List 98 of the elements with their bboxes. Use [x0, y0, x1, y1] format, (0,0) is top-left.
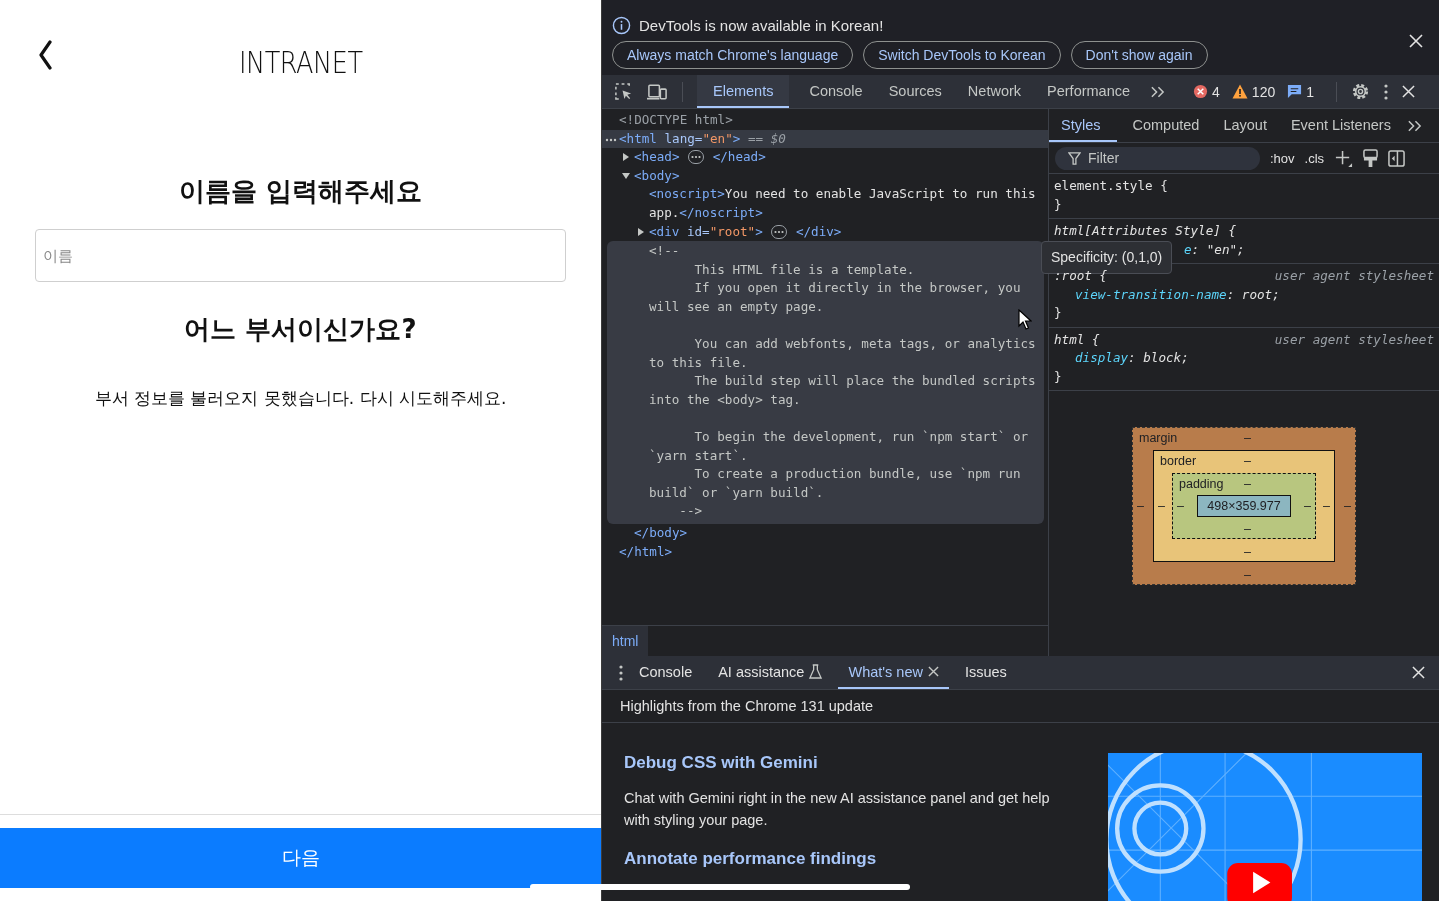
margin-value: – — [1244, 431, 1251, 445]
message-count[interactable]: 1 — [1306, 83, 1314, 100]
box-label: padding — [1179, 477, 1224, 491]
settings-icon[interactable] — [1351, 82, 1370, 101]
inspect-element-icon[interactable] — [614, 82, 633, 101]
close-icon[interactable] — [1402, 85, 1415, 98]
padding-value: – — [1244, 522, 1251, 536]
css-selector: element.style { — [1054, 177, 1168, 195]
margin-value: – — [1137, 499, 1144, 513]
toggle-button[interactable]: .cls — [1304, 150, 1325, 166]
code-comment[interactable]: <!-- This HTML file is a template. If you open it directly in the browser, you will see an empty page. You can add webfonts, meta tags, or analytics to this file. The build step will place the bundled scripts into the <body> tag. To begin the development, run `npm start` or `yarn start`. To create a production bundle, use `npm run build` or `yarn build`. --> — [607, 241, 1044, 525]
toggle-button[interactable]: :hov — [1270, 150, 1295, 166]
drawer-tab[interactable]: Issues — [964, 663, 1007, 680]
sidebar-tab[interactable]: Layout — [1215, 109, 1275, 142]
notification-message: DevTools is now available in Korean! — [639, 17, 884, 34]
warning-count[interactable]: 120 — [1251, 83, 1276, 100]
add-icon[interactable] — [1334, 148, 1354, 168]
closing-brace: } — [1054, 367, 1063, 386]
section-heading: 어느 부서이신가요? — [184, 313, 417, 346]
css-selector: html { — [1054, 330, 1100, 349]
drawer-tab[interactable]: AI assistance — [718, 663, 805, 680]
expand-triangle-icon[interactable] — [637, 227, 645, 236]
close-icon[interactable] — [927, 666, 939, 677]
border-box[interactable]: border – – – – padding – – – – 498×359.977 — [1153, 450, 1335, 562]
border-value: – — [1244, 454, 1251, 468]
code-text[interactable]: <head> — [634, 149, 680, 165]
content-size[interactable]: 498×359.977 — [1197, 495, 1291, 517]
ellipsis-icon[interactable] — [771, 224, 788, 239]
next-button[interactable]: 다음 — [0, 828, 601, 888]
css-declaration[interactable]: display: block; — [1054, 349, 1434, 368]
flask-icon — [809, 664, 823, 679]
margin-value: – — [1344, 499, 1351, 513]
sidebar-tab[interactable]: Event Listeners — [1282, 109, 1399, 142]
filter-icon — [1068, 151, 1081, 165]
sidebar-tab[interactable]: Computed — [1124, 109, 1208, 142]
filter-field[interactable]: Filter — [1055, 146, 1260, 170]
box-label: margin — [1139, 431, 1178, 445]
info-icon — [612, 16, 631, 35]
panel-tab[interactable]: Network — [961, 75, 1028, 108]
close-icon[interactable] — [1412, 666, 1425, 679]
border-value: – — [1323, 499, 1330, 513]
app-title: INTRANET — [238, 44, 363, 80]
more-tabs-icon[interactable] — [1150, 85, 1166, 98]
padding-box[interactable]: padding – – – – 498×359.977 — [1172, 473, 1316, 539]
expand-triangle-icon[interactable] — [622, 153, 630, 162]
code-text[interactable]: </div> — [795, 223, 842, 239]
mouse-pointer-icon — [1018, 309, 1032, 331]
ellipsis-icon[interactable] — [688, 150, 705, 165]
code-text[interactable]: </head> — [712, 149, 766, 165]
drawer-tab[interactable]: Console — [639, 663, 693, 680]
panel-tab[interactable]: Elements — [697, 75, 790, 108]
margin-value: – — [1244, 568, 1251, 582]
article-text: Chat with Gemini right in the new AI assistance panel and get help with styling your page. — [624, 789, 1051, 830]
padding-value: – — [1304, 499, 1311, 513]
close-icon[interactable] — [1409, 34, 1423, 48]
article-link[interactable]: Annotate performance findings — [624, 849, 1064, 869]
sidebar-tab[interactable]: Styles — [1049, 109, 1117, 142]
more-dots-icon[interactable] — [605, 137, 617, 142]
drawer-tab[interactable]: What's new — [848, 663, 923, 680]
name-input-field[interactable]: 이름 — [35, 229, 566, 282]
panel-tab[interactable]: Console — [803, 75, 869, 108]
collapse-triangle-icon[interactable] — [622, 171, 630, 180]
code-text[interactable]: <!DOCTYPE html> — [619, 111, 1048, 130]
more-options-icon[interactable] — [619, 664, 623, 681]
error-icon[interactable] — [1193, 84, 1209, 99]
box-label: border — [1160, 454, 1197, 468]
more-tabs-icon[interactable] — [1406, 119, 1422, 132]
breadcrumb-item[interactable]: html — [602, 626, 649, 656]
css-declaration[interactable]: view-transition-name: root; — [1054, 285, 1434, 304]
error-count[interactable]: 4 — [1212, 83, 1220, 100]
panel-tab[interactable]: Sources — [882, 75, 948, 108]
message-icon[interactable] — [1287, 84, 1303, 99]
panel-header: Highlights from the Chrome 131 update — [602, 690, 1439, 723]
border-value: – — [1244, 545, 1251, 559]
paint-brush-icon[interactable] — [1363, 148, 1379, 168]
panel-tab[interactable]: Performance — [1041, 75, 1137, 108]
code-text[interactable]: <body> — [634, 166, 1048, 186]
stylesheet-source[interactable]: user agent stylesheet — [1274, 267, 1434, 286]
css-selector: html[Attributes Style] { — [1054, 222, 1236, 240]
code-text[interactable]: </html> — [619, 543, 673, 559]
code-text[interactable]: <div id="root"> — [649, 223, 763, 239]
more-options-icon[interactable] — [1384, 83, 1388, 100]
padding-value: – — [1177, 499, 1184, 513]
border-value: – — [1158, 499, 1165, 513]
back-chevron-icon[interactable] — [38, 40, 52, 70]
code-text[interactable]: <noscript>You need to enable JavaScript to run this app.</noscript> — [649, 185, 1048, 223]
margin-box[interactable]: margin – – – – border – – – – padding – – – – 498×359.977 — [1132, 427, 1356, 585]
stylesheet-source[interactable]: user agent stylesheet — [1274, 330, 1434, 349]
error-message: 부서 정보를 불러오지 못했습니다. 다시 시도해주세요. — [94, 387, 507, 410]
closing-brace: } — [1054, 195, 1063, 214]
padding-value: – — [1244, 477, 1251, 491]
code-text[interactable]: </body> — [634, 525, 688, 541]
closing-brace: } — [1054, 304, 1063, 322]
article-link[interactable]: Debug CSS with Gemini — [624, 753, 1064, 773]
device-toolbar-icon[interactable] — [647, 82, 668, 101]
warning-icon[interactable] — [1231, 84, 1248, 99]
section-heading: 이름을 입력해주세요 — [178, 175, 423, 208]
sidebar-toggle-icon[interactable] — [1388, 149, 1406, 167]
